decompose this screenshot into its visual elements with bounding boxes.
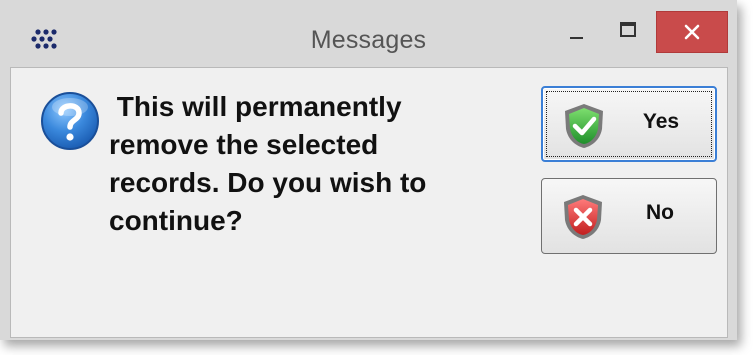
dialog-message: This will permanently remove the selecte…: [109, 91, 427, 236]
red-x-shield-icon: [564, 195, 602, 239]
yes-button[interactable]: Yes: [541, 86, 717, 162]
dialog-body: This will permanently remove the selecte…: [10, 67, 728, 338]
no-button[interactable]: No: [541, 178, 717, 254]
green-check-shield-icon: [565, 104, 603, 148]
title-bar[interactable]: Messages: [0, 0, 737, 65]
yes-button-label: Yes: [642, 110, 680, 133]
maximize-button[interactable]: [608, 12, 650, 52]
message-dialog-window: Messages This will permanently remove th…: [0, 0, 737, 340]
maximize-icon: [620, 22, 636, 37]
minimize-button[interactable]: [556, 12, 596, 52]
close-button[interactable]: [656, 11, 728, 53]
close-icon: [684, 24, 700, 40]
minimize-icon: [570, 37, 583, 39]
no-button-label: No: [646, 201, 674, 224]
question-icon: [41, 92, 99, 150]
